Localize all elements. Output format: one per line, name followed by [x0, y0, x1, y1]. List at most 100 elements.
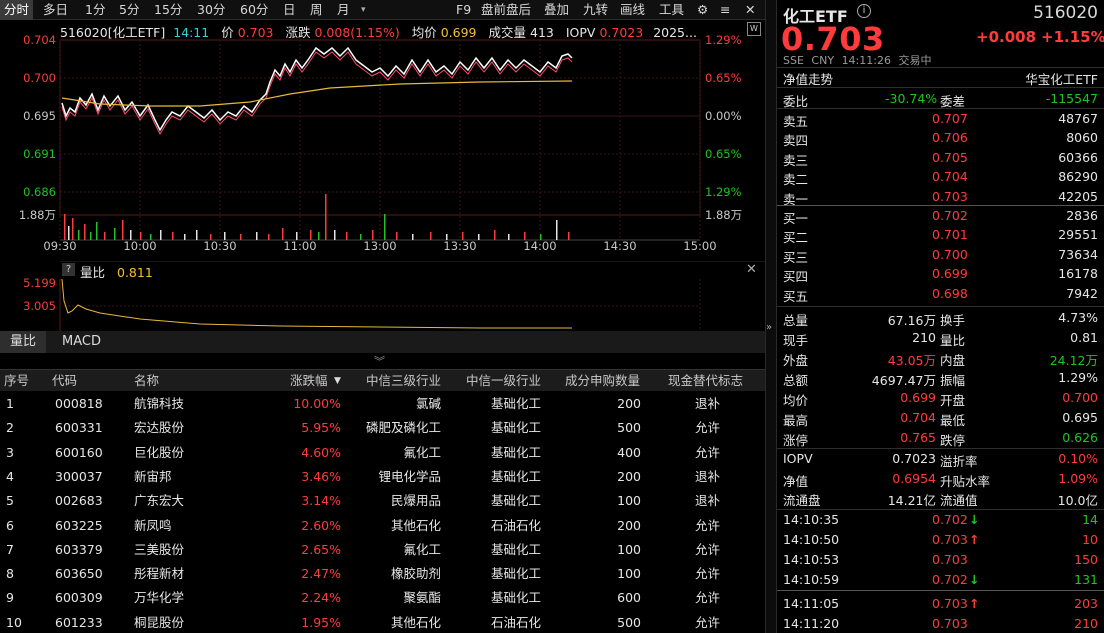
cell-index: 1 [6, 396, 14, 411]
tools-button[interactable]: 工具 [659, 0, 684, 20]
ask-price[interactable]: 0.707 [932, 111, 968, 126]
panel-divider[interactable] [765, 0, 777, 633]
overlay-button[interactable]: 叠加 [544, 0, 569, 20]
gear-icon[interactable]: ⚙ [697, 0, 708, 20]
volume-bar [240, 234, 242, 240]
volume-ratio-chart[interactable]: 5.199 3.005 ? 量比 0.811 ✕ [0, 261, 765, 331]
bid-price[interactable]: 0.701 [932, 227, 968, 242]
table-row[interactable]: 1 000818 航锦科技 10.00% 氯碱 基础化工 200 退补 [0, 392, 765, 416]
sort-desc-icon[interactable]: ▼ [334, 370, 341, 392]
col-l1-industry[interactable]: 中信一级行业 [466, 370, 541, 392]
ask-price[interactable]: 0.706 [932, 130, 968, 145]
y-axis-left-label: 0.704 [23, 33, 56, 47]
table-row[interactable]: 5 002683 广东宏大 3.14% 民爆用品 基础化工 100 退补 [0, 489, 765, 513]
volume-bar [72, 218, 74, 240]
period-tab-intraday[interactable]: 分时 [0, 0, 34, 20]
info-icon[interactable]: i [857, 4, 871, 18]
stat-value: 0.7023 [892, 451, 936, 466]
x-axis-label: 14:00 [523, 239, 556, 253]
period-tab-week[interactable]: 周 [310, 0, 323, 20]
stat-label: 升贴水率 [940, 473, 991, 489]
price-change-pct: +1.15% [1041, 28, 1104, 46]
period-tab-1min[interactable]: 1分 [85, 0, 105, 20]
y-axis-left-label: 0.700 [23, 71, 56, 85]
col-l3-industry[interactable]: 中信三级行业 [366, 370, 441, 392]
y-axis-right-label: 1.88万 [705, 208, 742, 222]
cell-subscription-qty: 400 [617, 444, 641, 460]
y-axis-right-label: 0.65% [705, 147, 742, 161]
tick-price: 0.703 [932, 596, 968, 611]
ask-price[interactable]: 0.705 [932, 150, 968, 165]
chart-chg: 0.008(1.15%) [314, 25, 400, 40]
fund-company-link[interactable]: 华宝化工ETF [1025, 69, 1098, 88]
ask-price[interactable]: 0.703 [932, 189, 968, 204]
cell-l1-industry: 基础化工 [490, 493, 541, 509]
ask-volume: 42205 [1058, 188, 1098, 204]
tab-volume-ratio[interactable]: 量比 [0, 331, 47, 353]
period-tab-day[interactable]: 日 [283, 0, 296, 20]
col-change-pct[interactable]: 涨跌幅 [290, 370, 328, 392]
stat-label: 溢折率 [940, 454, 978, 469]
nine-turn-button[interactable]: 九转 [583, 0, 608, 20]
intraday-chart[interactable]: 0.704 0.700 0.695 0.691 0.686 1.88万 1.29% 0.65%… [0, 20, 765, 260]
volume-bar [325, 194, 327, 240]
close-icon[interactable]: ✕ [745, 0, 755, 20]
cell-subscription-qty: 100 [617, 541, 641, 557]
menu-icon[interactable]: ≡ [720, 0, 730, 20]
col-name[interactable]: 名称 [134, 370, 159, 392]
help-icon[interactable]: ? [62, 263, 75, 276]
chart-mode-icon[interactable]: W [747, 22, 761, 36]
period-tab-5min[interactable]: 5分 [119, 0, 139, 20]
table-row[interactable]: 6 603225 新凤鸣 2.60% 其他石化 石油石化 200 允许 [0, 514, 765, 538]
period-tab-multiday[interactable]: 多日 [43, 0, 68, 20]
ask-price[interactable]: 0.704 [932, 169, 968, 184]
table-row[interactable]: 4 300037 新宙邦 3.46% 锂电化学品 基础化工 200 退补 [0, 465, 765, 489]
volume-bar [412, 234, 414, 240]
table-row[interactable]: 2 600331 宏达股份 5.95% 磷肥及磷化工 基础化工 500 允许 [0, 416, 765, 440]
collapse-arrow-icon[interactable]: » [766, 322, 772, 333]
period-tab-60min[interactable]: 60分 [240, 0, 268, 20]
stat-value: 14.21亿 [887, 493, 936, 508]
bid-price[interactable]: 0.702 [932, 208, 968, 223]
volume-bar [210, 234, 212, 240]
volume-ratio-y-label: 5.199 [23, 276, 56, 290]
cell-subscription-qty: 500 [617, 614, 641, 630]
col-code[interactable]: 代码 [52, 370, 77, 392]
table-row[interactable]: 9 600309 万华化学 2.24% 聚氨酯 基础化工 600 允许 [0, 586, 765, 610]
table-row[interactable]: 7 603379 三美股份 2.65% 氟化工 基础化工 100 允许 [0, 538, 765, 562]
col-index[interactable]: 序号 [4, 370, 29, 392]
bid-volume: 2836 [1066, 208, 1098, 223]
period-tab-30min[interactable]: 30分 [197, 0, 225, 20]
stat-value: 1.09% [1058, 470, 1098, 486]
table-row[interactable]: 8 603650 彤程新材 2.47% 橡胶助剂 基础化工 100 允许 [0, 562, 765, 586]
bid-price[interactable]: 0.700 [932, 247, 968, 262]
period-tab-15min[interactable]: 15分 [154, 0, 182, 20]
chart-price-label: 价 [221, 25, 234, 40]
expand-chevron-icon[interactable]: ︾ [374, 353, 385, 369]
draw-line-button[interactable]: 画线 [620, 0, 645, 20]
x-axis-label: 13:00 [363, 239, 396, 253]
volume-bar [196, 230, 198, 240]
f9-button[interactable]: F9 [456, 0, 471, 20]
nav-trend-link[interactable]: 净值走势 [783, 69, 833, 88]
volume-ratio-y-label: 3.005 [23, 299, 56, 313]
period-tab-month[interactable]: 月 [337, 0, 350, 20]
pre-post-market-button[interactable]: 盘前盘后 [481, 0, 531, 20]
chevron-down-icon[interactable]: ▾ [361, 0, 366, 20]
table-row[interactable]: 10 601233 桐昆股份 1.95% 其他石化 石油石化 500 允许 [0, 611, 765, 633]
bid-label: 买五 [783, 288, 809, 304]
bid-price[interactable]: 0.698 [932, 286, 968, 301]
stat-value: 0.6954 [892, 470, 936, 486]
quote-panel: 化工ETF i 516020 0.703 +0.008 +1.15% SSE C… [777, 0, 1104, 633]
volume-bar [384, 214, 386, 240]
tab-macd[interactable]: MACD [52, 331, 111, 353]
table-row[interactable]: 3 600160 巨化股份 4.60% 氟化工 基础化工 400 允许 [0, 441, 765, 465]
stat-value: 4.73% [1058, 310, 1098, 325]
col-subscription-qty[interactable]: 成分申购数量 [565, 370, 640, 392]
bid-price[interactable]: 0.699 [932, 266, 968, 281]
volume-bar [446, 234, 448, 240]
col-cash-substitute[interactable]: 现金替代标志 [668, 370, 743, 392]
stat-label: 最低 [940, 413, 966, 428]
close-icon[interactable]: ✕ [746, 262, 757, 277]
cell-cash-substitute: 退补 [695, 468, 721, 484]
